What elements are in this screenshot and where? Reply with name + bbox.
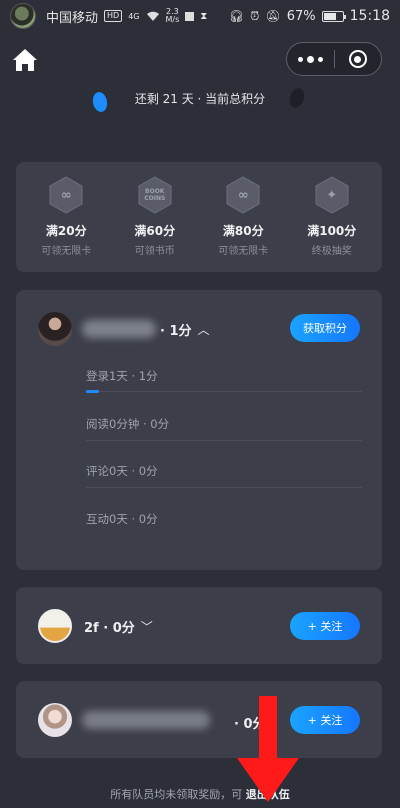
login-progress-bar	[86, 390, 99, 393]
infinity-icon: ∞	[49, 176, 83, 214]
task-divider	[86, 440, 362, 441]
net-speed: 2.3 M/s	[165, 7, 180, 24]
member-row[interactable]: 2f · 0分 ﹀	[38, 609, 153, 643]
footer-note: 所有队员均未领取奖励，可 退出队伍	[0, 786, 400, 802]
avatar	[38, 609, 72, 643]
task-comment: 评论0天 · 0分	[86, 464, 158, 478]
task-divider	[86, 487, 362, 488]
carrier-label: 中国移动	[46, 10, 99, 26]
days-remaining-text: 还剩 21 天 · 当前总积分	[134, 92, 266, 106]
reward-title: 满20分	[45, 224, 87, 238]
reward-title: 满80分	[222, 224, 264, 238]
member-row[interactable]	[38, 703, 210, 737]
blurred-username	[82, 711, 210, 729]
dot-icon	[297, 56, 303, 62]
hd-badge: HD	[104, 10, 123, 22]
task-divider	[86, 391, 362, 392]
infinity-icon: ∞	[226, 176, 260, 214]
get-points-button[interactable]: 获取积分	[290, 314, 360, 342]
member-row[interactable]: · 1分 ︿	[38, 312, 210, 346]
notification-square-icon	[185, 11, 195, 21]
mute-bell-icon: 🔕︎	[265, 9, 281, 23]
member-name-score: 2f · 0分	[84, 620, 135, 636]
team-member-card: 2f · 0分 ﹀ + 关注	[16, 587, 382, 664]
lottery-icon: ✦	[315, 176, 349, 214]
reward-subtitle: 可领无限卡	[218, 246, 269, 257]
avatar	[38, 703, 72, 737]
reward-80[interactable]: ∞ 满80分 可领无限卡	[200, 176, 286, 272]
task-login: 登录1天 · 1分	[86, 369, 158, 383]
reward-subtitle: 终极抽奖	[311, 246, 352, 257]
close-miniprogram-button[interactable]	[335, 50, 382, 68]
target-icon	[348, 50, 367, 68]
miniprogram-capsule	[286, 42, 382, 76]
chevron-up-icon[interactable]: ︿	[198, 321, 210, 338]
battery-icon	[321, 10, 346, 22]
dot-icon	[317, 56, 323, 62]
reward-60[interactable]: BOOK COINS 满60分 可领书币	[112, 176, 198, 272]
team-member-card: · 0分 + 关注	[16, 681, 382, 758]
reward-subtitle: 可领无限卡	[41, 246, 92, 257]
battery-percent: 67%	[286, 8, 316, 24]
headset-icon: 🎧︎	[228, 9, 245, 23]
book-coins-icon: BOOK COINS	[138, 176, 172, 214]
reward-title: 满60分	[134, 224, 176, 238]
status-bar: 中国移动 HD 4G 2.3 M/s ⧗ 🎧︎ ⏰︎ 🔕︎ 67% 15:18	[0, 0, 400, 32]
hourglass-icon: ⧗	[200, 10, 208, 22]
home-button[interactable]	[12, 48, 38, 72]
reward-20[interactable]: ∞ 满20分 可领无限卡	[23, 176, 109, 272]
member-score: · 1分	[160, 323, 192, 339]
follow-button[interactable]: + 关注	[290, 612, 360, 640]
more-options-button[interactable]	[287, 55, 334, 63]
wifi-icon	[146, 11, 159, 21]
footer-text: 所有队员均未领取奖励，可	[110, 788, 246, 801]
home-icon	[13, 49, 37, 71]
dot-icon	[306, 55, 314, 63]
chevron-down-icon[interactable]: ﹀	[141, 618, 153, 635]
network-type: 4G	[128, 11, 140, 21]
clock: 15:18	[349, 8, 390, 24]
alarm-icon: ⏰︎	[250, 8, 260, 23]
blurred-username	[82, 320, 156, 338]
task-interact: 互动0天 · 0分	[86, 512, 158, 526]
task-reading: 阅读0分钟 · 0分	[86, 417, 170, 431]
reward-100[interactable]: ✦ 满100分 终极抽奖	[289, 176, 375, 272]
team-member-card-expanded: · 1分 ︿ 获取积分 登录1天 · 1分 阅读0分钟 · 0分 评论0天 · …	[16, 290, 382, 570]
status-avatar	[10, 3, 36, 29]
reward-subtitle: 可领书币	[134, 246, 175, 257]
reward-title: 满100分	[307, 224, 357, 238]
avatar	[38, 312, 72, 346]
red-arrow-annotation	[237, 696, 299, 802]
rewards-card: ∞ 满20分 可领无限卡 BOOK COINS 满60分 可领书币 ∞ 满80分…	[16, 162, 382, 272]
